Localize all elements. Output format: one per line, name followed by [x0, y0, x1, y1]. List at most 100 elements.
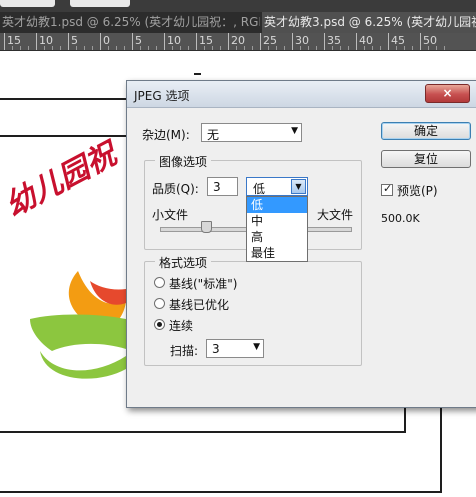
reset-button[interactable]: 复位: [381, 150, 471, 168]
toolbar-button-fragment[interactable]: [0, 0, 55, 7]
ruler-tick: 40: [356, 33, 373, 50]
ruler-minor-tick: [44, 46, 45, 50]
ruler-minor-tick: [428, 46, 429, 50]
quality-level-value: 低: [253, 182, 266, 196]
ruler-tick: 30: [292, 33, 309, 50]
ruler-tick: 25: [260, 33, 277, 50]
large-file-label: 大文件: [317, 208, 354, 222]
ruler-tick: 5: [68, 33, 78, 50]
ruler-tick-label: 25: [263, 34, 277, 47]
ruler-tick: 10: [164, 33, 181, 50]
ruler-minor-tick: [412, 46, 413, 50]
ruler-tick-label: 20: [231, 34, 245, 47]
ruler-minor-tick: [396, 46, 397, 50]
ruler-tick-label: 40: [359, 34, 373, 47]
ruler-tick-label: 50: [423, 34, 437, 47]
ruler-tick-label: 10: [167, 34, 181, 47]
ruler-tick: 15: [4, 33, 21, 50]
matte-label: 杂边(M):: [142, 128, 190, 142]
ruler-minor-tick: [348, 46, 349, 50]
photoshop-menu-strip: [0, 0, 476, 12]
ruler-minor-tick: [276, 46, 277, 50]
ruler-tick: 50: [420, 33, 437, 50]
ruler-tick-label: 15: [7, 34, 21, 47]
ruler-tick-label: 45: [391, 34, 405, 47]
ruler-minor-tick: [404, 46, 405, 50]
ruler-minor-tick: [204, 46, 205, 50]
preview-checkbox[interactable]: [381, 182, 393, 196]
ruler-minor-tick: [84, 46, 85, 50]
dialog-titlebar[interactable]: JPEG 选项 ×: [127, 81, 476, 108]
ruler-minor-tick: [124, 46, 125, 50]
tab-label: 英才幼教1.psd @ 6.25% (英才幼儿园祝：, RGB/...: [2, 15, 260, 29]
ruler-tick: 10: [36, 33, 53, 50]
ruler-tick: 45: [388, 33, 405, 50]
progressive-label: 连续: [169, 319, 194, 333]
canvas-border-line: [404, 406, 406, 433]
ruler-minor-tick: [340, 46, 341, 50]
quality-label: 品质(Q):: [152, 182, 199, 196]
ruler-minor-tick: [116, 46, 117, 50]
close-icon: ×: [442, 86, 453, 100]
canvas-border-line: [0, 431, 405, 433]
horizontal-ruler[interactable]: 15 10 5 0 5 10 15 20 25 30 35 40 45 50: [0, 33, 476, 51]
ruler-minor-tick: [364, 46, 365, 50]
ruler-minor-tick: [244, 46, 245, 50]
dialog-title: JPEG 选项: [134, 89, 190, 103]
chevron-down-icon: ▼: [291, 126, 298, 136]
image-options-title: 图像选项: [155, 153, 212, 170]
ruler-tick: 5: [132, 33, 142, 50]
document-tab-2[interactable]: 英才幼教3.psd @ 6.25% (英才幼儿园祝: [262, 12, 476, 33]
ruler-minor-tick: [172, 46, 173, 50]
ruler-tick-label: 35: [327, 34, 341, 47]
format-options-title: 格式选项: [155, 254, 212, 271]
ruler-minor-tick: [212, 46, 213, 50]
scans-select[interactable]: 3 ▼: [206, 339, 264, 358]
file-size-readout: 500.0K: [381, 212, 420, 225]
chevron-down-icon: ▼: [253, 342, 260, 352]
ruler-minor-tick: [156, 46, 157, 50]
ruler-minor-tick: [148, 46, 149, 50]
quality-input[interactable]: 3: [207, 177, 238, 196]
jpeg-options-dialog: JPEG 选项 × 杂边(M): 无 ▼ 图像选项 品质(Q): 3 低 ▼ 低…: [126, 80, 476, 408]
toolbar-button-fragment[interactable]: [70, 0, 130, 7]
ruler-tick: 0: [100, 33, 110, 50]
canvas-border-line: [0, 491, 442, 493]
preview-label: 预览(P): [397, 184, 438, 198]
ruler-minor-tick: [436, 46, 437, 50]
ruler-minor-tick: [188, 46, 189, 50]
quality-option-low[interactable]: 低: [247, 197, 307, 213]
canvas-mark: [194, 73, 201, 75]
radio-baseline-standard[interactable]: [154, 277, 165, 288]
radio-progressive[interactable]: [154, 319, 165, 330]
ruler-minor-tick: [236, 46, 237, 50]
matte-select[interactable]: 无 ▼: [201, 123, 302, 142]
quality-option-medium[interactable]: 中: [247, 213, 307, 229]
quality-level-select[interactable]: 低 ▼: [246, 177, 308, 196]
quality-option-high[interactable]: 高: [247, 229, 307, 245]
quality-level-dropdown: 低 中 高 最佳: [246, 196, 308, 262]
ruler-tick: 20: [228, 33, 245, 50]
tab-label: 英才幼教3.psd @ 6.25% (英才幼儿园祝: [264, 15, 476, 29]
document-tab-1[interactable]: 英才幼教1.psd @ 6.25% (英才幼儿园祝：, RGB/... ×: [0, 12, 260, 33]
quality-slider-thumb[interactable]: [201, 221, 212, 233]
ruler-minor-tick: [60, 46, 61, 50]
quality-value: 3: [213, 180, 221, 194]
ruler-minor-tick: [268, 46, 269, 50]
ruler-minor-tick: [76, 46, 77, 50]
ruler-minor-tick: [20, 46, 21, 50]
ruler-minor-tick: [444, 46, 445, 50]
ruler-tick: 35: [324, 33, 341, 50]
close-button[interactable]: ×: [425, 84, 470, 103]
ruler-tick-label: 10: [39, 34, 53, 47]
ruler-minor-tick: [300, 46, 301, 50]
ruler-minor-tick: [180, 46, 181, 50]
matte-value: 无: [207, 128, 220, 142]
kindergarten-logo: [30, 271, 126, 379]
ok-button[interactable]: 确定: [381, 122, 471, 140]
document-tab-bar: 英才幼教1.psd @ 6.25% (英才幼儿园祝：, RGB/... × 英才…: [0, 12, 476, 33]
quality-option-best[interactable]: 最佳: [247, 245, 307, 261]
radio-baseline-optimized[interactable]: [154, 298, 165, 309]
small-file-label: 小文件: [152, 208, 189, 222]
ruler-minor-tick: [252, 46, 253, 50]
